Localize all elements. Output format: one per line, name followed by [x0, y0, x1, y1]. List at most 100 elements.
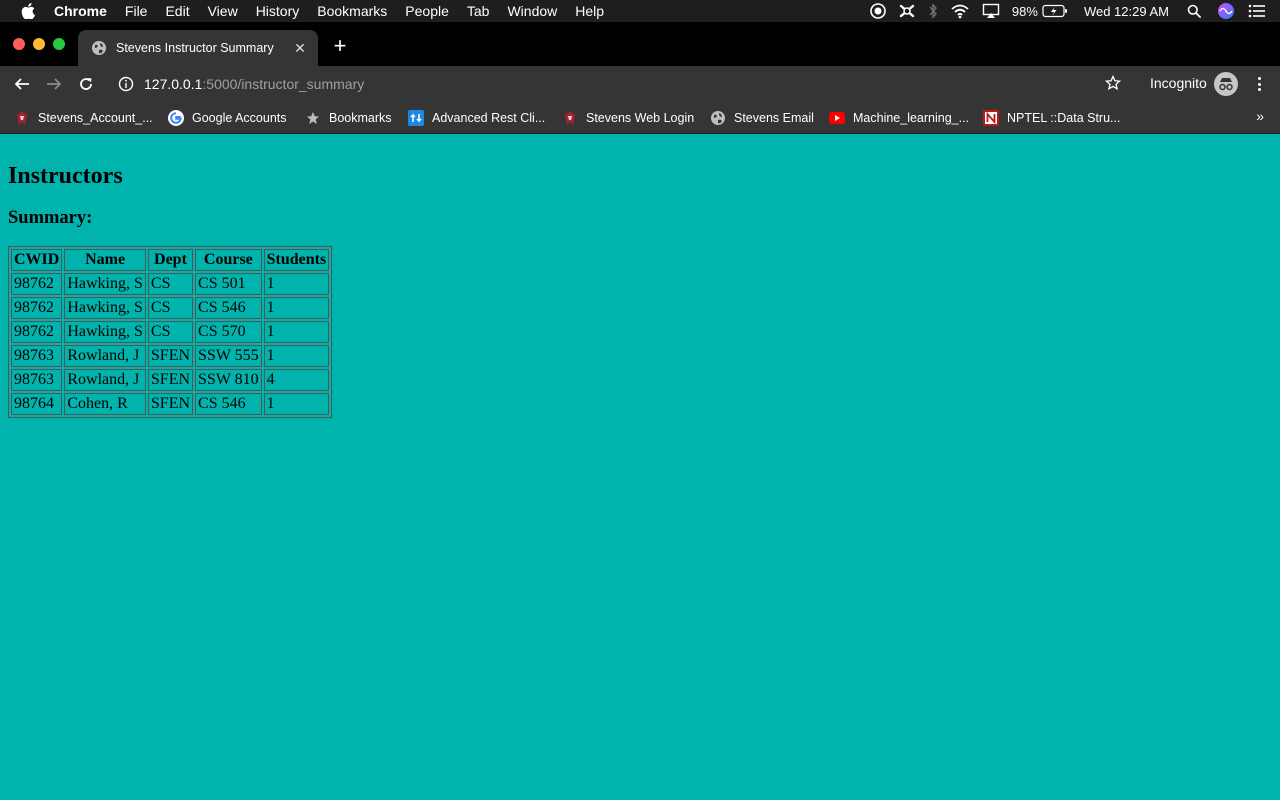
column-header-dept: Dept	[147, 249, 194, 271]
tab-stevens-instructor-summary[interactable]: Stevens Instructor Summary ✕	[78, 30, 318, 66]
google-icon	[168, 110, 184, 126]
tab-title: Stevens Instructor Summary	[116, 41, 274, 55]
cell-course: CS 546	[195, 393, 262, 415]
window-zoom-button[interactable]	[53, 38, 65, 50]
cell-course: SSW 555	[195, 345, 262, 367]
cell-cwid: 98762	[11, 321, 63, 343]
menu-chrome[interactable]: Chrome	[54, 0, 107, 22]
star-icon	[305, 110, 321, 126]
menu-help[interactable]: Help	[575, 0, 604, 22]
cell-name: Hawking, S	[64, 297, 146, 319]
bookmark-advanced-rest-client[interactable]: Advanced Rest Cli...	[408, 108, 545, 128]
window-close-button[interactable]	[13, 38, 25, 50]
stevens-icon	[14, 110, 30, 126]
cell-dept: CS	[147, 297, 194, 319]
cell-students: 1	[263, 297, 330, 319]
nptel-icon	[983, 110, 999, 126]
tab-close-icon[interactable]: ✕	[292, 40, 308, 57]
column-header-name: Name	[64, 249, 146, 271]
table-row: 98763 Rowland, J SFEN SSW 555 1	[11, 345, 330, 367]
bookmark-label: Stevens Email	[734, 111, 814, 125]
stevens-icon	[562, 110, 578, 126]
cell-name: Hawking, S	[64, 321, 146, 343]
globe-icon	[710, 110, 726, 126]
bookmark-nptel[interactable]: NPTEL ::Data Stru...	[983, 108, 1120, 128]
spotlight-search-icon[interactable]	[1187, 4, 1201, 18]
bookmark-machine-learning[interactable]: Machine_learning_...	[829, 108, 969, 128]
cell-students: 4	[263, 369, 330, 391]
instructor-summary-table: CWID Name Dept Course Students 98762 Haw…	[8, 246, 333, 418]
site-info-icon[interactable]	[118, 76, 134, 92]
browser-toolbar: 127.0.0.1:5000/instructor_summary Incogn…	[0, 66, 1280, 102]
bookmark-stevens-web-login[interactable]: Stevens Web Login	[562, 108, 694, 128]
address-bar[interactable]: 127.0.0.1:5000/instructor_summary	[110, 69, 1135, 98]
apple-menu-icon[interactable]	[19, 3, 37, 19]
column-header-students: Students	[263, 249, 330, 271]
page-content: Instructors Summary: CWID Name Dept Cour…	[0, 134, 1280, 800]
table-header-row: CWID Name Dept Course Students	[11, 249, 330, 271]
menu-tab[interactable]: Tab	[467, 0, 490, 22]
macos-menubar: Chrome File Edit View History Bookmarks …	[0, 0, 1280, 22]
column-header-course: Course	[195, 249, 262, 271]
menu-window[interactable]: Window	[507, 0, 557, 22]
gear-x-icon[interactable]	[898, 3, 916, 19]
bookmark-bookmarks[interactable]: Bookmarks	[305, 108, 392, 128]
table-row: 98762 Hawking, S CS CS 546 1	[11, 297, 330, 319]
forward-button[interactable]	[44, 74, 64, 94]
menu-people[interactable]: People	[405, 0, 449, 22]
bookmark-stevens-account[interactable]: Stevens_Account_...	[14, 108, 153, 128]
back-button[interactable]	[12, 74, 32, 94]
menu-file[interactable]: File	[125, 0, 148, 22]
bookmark-star-icon[interactable]	[1105, 75, 1121, 91]
window-minimize-button[interactable]	[33, 38, 45, 50]
arc-icon	[408, 110, 424, 126]
siri-icon[interactable]	[1217, 2, 1235, 20]
bookmark-label: Advanced Rest Cli...	[432, 111, 546, 125]
bookmarks-bar: Stevens_Account_... Google Accounts Book…	[0, 102, 1280, 134]
battery-icon[interactable]	[1042, 4, 1068, 18]
table-row: 98762 Hawking, S CS CS 570 1	[11, 321, 330, 343]
cell-students: 1	[263, 273, 330, 295]
table-row: 98763 Rowland, J SFEN SSW 810 4	[11, 369, 330, 391]
new-tab-button[interactable]: +	[330, 35, 350, 57]
cell-dept: CS	[147, 321, 194, 343]
more-menu-icon[interactable]	[1252, 75, 1266, 93]
cell-cwid: 98762	[11, 297, 63, 319]
url-path: :5000/instructor_summary	[202, 75, 365, 92]
url-text: 127.0.0.1:5000/instructor_summary	[144, 76, 364, 92]
page-title: Instructors	[8, 163, 123, 189]
cell-cwid: 98763	[11, 345, 63, 367]
globe-icon	[91, 40, 107, 56]
cell-name: Hawking, S	[64, 273, 146, 295]
reload-button[interactable]	[76, 74, 96, 94]
cell-name: Rowland, J	[64, 345, 146, 367]
cell-dept: SFEN	[147, 345, 194, 367]
bookmark-label: Stevens Web Login	[586, 111, 695, 125]
wifi-icon[interactable]	[950, 3, 970, 19]
incognito-icon[interactable]	[1214, 72, 1238, 96]
bookmark-label: Stevens_Account_...	[38, 111, 153, 125]
menu-edit[interactable]: Edit	[165, 0, 189, 22]
bookmark-google-accounts[interactable]: Google Accounts	[168, 108, 287, 128]
cell-cwid: 98763	[11, 369, 63, 391]
summary-heading: Summary:	[8, 208, 93, 228]
battery-percent: 98%	[1011, 3, 1038, 19]
cell-dept: SFEN	[147, 369, 194, 391]
record-icon[interactable]	[870, 3, 886, 19]
cell-students: 1	[263, 321, 330, 343]
menubar-clock[interactable]: Wed 12:29 AM	[1084, 4, 1169, 19]
bookmark-label: NPTEL ::Data Stru...	[1007, 111, 1121, 125]
cell-course: SSW 810	[195, 369, 262, 391]
menu-bookmarks[interactable]: Bookmarks	[317, 0, 387, 22]
bluetooth-icon[interactable]	[928, 3, 938, 19]
url-host: 127.0.0.1	[144, 75, 203, 92]
bookmarks-overflow-chevron-icon[interactable]: »	[1256, 108, 1264, 124]
menu-history[interactable]: History	[256, 0, 300, 22]
cell-cwid: 98764	[11, 393, 63, 415]
menu-view[interactable]: View	[208, 0, 238, 22]
bookmark-stevens-email[interactable]: Stevens Email	[710, 108, 814, 128]
airplay-icon[interactable]	[982, 3, 1000, 19]
control-center-list-icon[interactable]	[1248, 4, 1266, 18]
incognito-label[interactable]: Incognito	[1150, 75, 1207, 91]
cell-course: CS 546	[195, 297, 262, 319]
